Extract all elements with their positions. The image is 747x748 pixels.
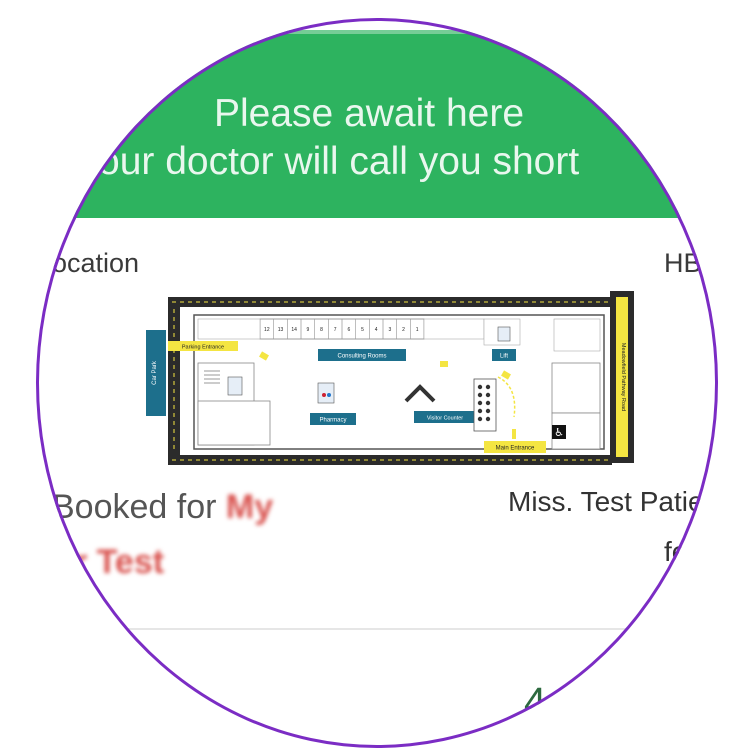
svg-text:Visitor Counter: Visitor Counter (427, 416, 463, 422)
floor-map[interactable]: 12 13 14 9 8 7 6 5 4 3 2 1 Parking Entrance Consult… (168, 297, 612, 465)
svg-text:Parking Entrance: Parking Entrance (182, 345, 224, 351)
consulting-room-number: 7 (334, 327, 337, 333)
svg-text:Pharmacy: Pharmacy (319, 418, 346, 424)
consulting-room-number: 1 (416, 327, 419, 333)
banner-highlight (36, 30, 718, 34)
svg-text:♿: ♿ (554, 426, 564, 439)
booked-for-text: Booked for My (52, 488, 273, 527)
test-label: HB te (664, 248, 718, 278)
booked-name-2: r Test (74, 543, 165, 581)
svg-text:Main Entrance: Main Entrance (496, 446, 535, 452)
car-park-sign: Car Park (146, 330, 166, 416)
booked-name-1: My (225, 488, 274, 526)
banner-line-1: Please await here (214, 92, 525, 135)
appointment-time: 4.15 (524, 680, 602, 724)
magnifier-lens: Please await here our doctor will call y… (36, 18, 718, 748)
consulting-room-number: 12 (264, 327, 270, 333)
booked-prefix: Booked for (52, 488, 226, 526)
svg-text:Meadowfield Pathway Road: Meadowfield Pathway Road (620, 343, 626, 411)
svg-text:Lift: Lift (500, 354, 508, 360)
consulting-room-number: 3 (388, 327, 391, 333)
consulting-room-number: 9 (306, 327, 309, 333)
divider (70, 628, 718, 630)
banner-line-2: our doctor will call you short (98, 140, 580, 183)
consulting-room-number: 14 (291, 327, 297, 333)
app-screen: Please await here our doctor will call y… (36, 18, 718, 748)
car-park-label: Car Park (152, 360, 158, 385)
location-label: ocation (52, 248, 140, 278)
side-road: Meadowfield Pathway Road (610, 291, 634, 463)
consulting-room-number: 2 (402, 327, 405, 333)
svg-text:Consulting Rooms: Consulting Rooms (337, 354, 386, 360)
consulting-room-number: 13 (278, 327, 284, 333)
pharmacy-icon (317, 382, 335, 404)
consulting-room-row: 12 13 14 9 8 7 6 5 4 3 2 1 (259, 318, 425, 340)
consulting-room-number: 8 (320, 327, 323, 333)
patient-name: Miss. Test Patie (508, 486, 704, 517)
consulting-room-number: 5 (361, 327, 364, 333)
consulting-room-number: 4 (375, 327, 378, 333)
consulting-room-number: 6 (347, 327, 350, 333)
patient-gender: fem (664, 536, 711, 567)
